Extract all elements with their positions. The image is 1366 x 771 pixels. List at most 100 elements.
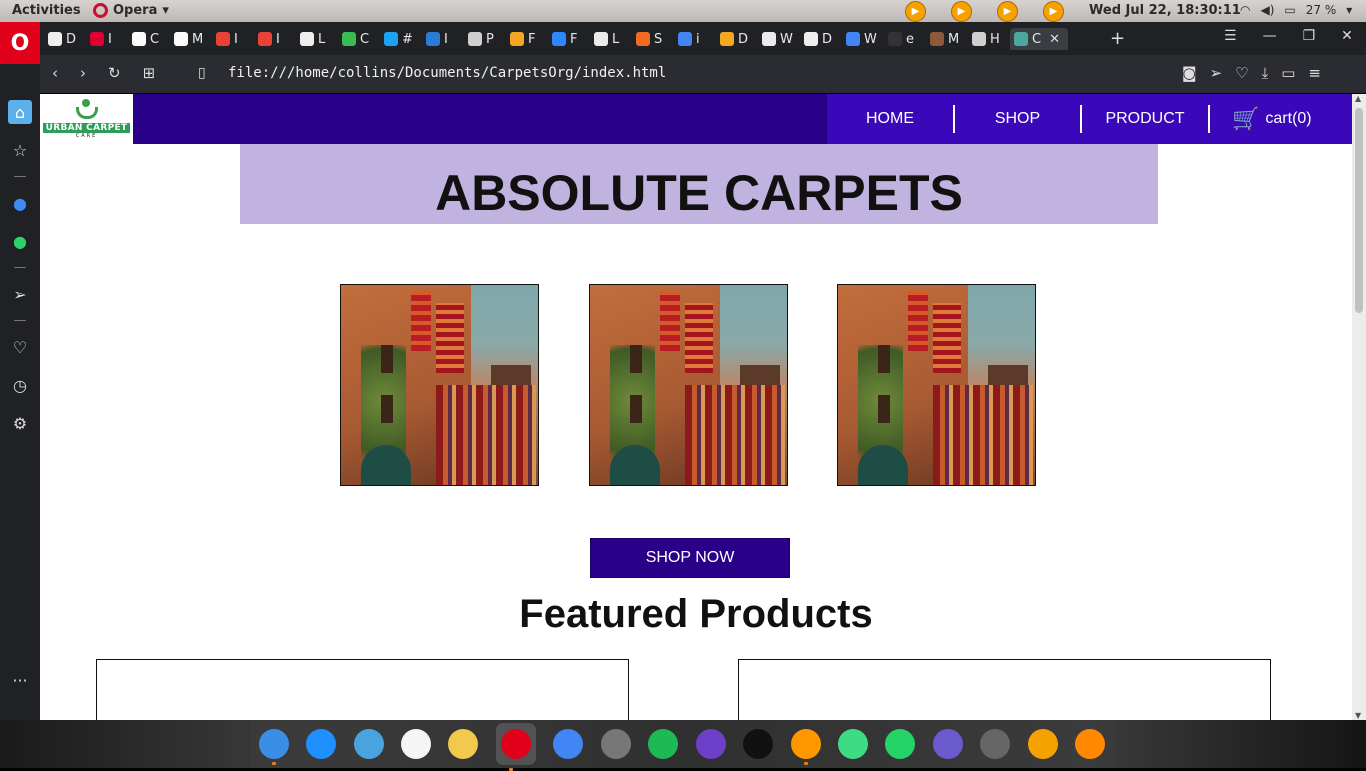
star-icon[interactable]: ☆	[8, 138, 32, 162]
page-scrollbar[interactable]: ▲ ▼	[1352, 94, 1366, 720]
browser-tab[interactable]: H	[968, 28, 1010, 50]
opera-icon[interactable]	[495, 723, 536, 771]
browser-tab[interactable]: I	[212, 28, 254, 50]
play-icon[interactable]: ▶	[905, 1, 926, 22]
tab-label: I	[444, 31, 448, 47]
browser-tab[interactable]: e	[884, 28, 926, 50]
close-tab-icon[interactable]: ✕	[1049, 32, 1060, 47]
gear-icon[interactable]: ⚙	[8, 411, 32, 435]
product-card[interactable]	[738, 659, 1271, 720]
play-icon[interactable]: ▶	[1043, 1, 1064, 22]
home-icon[interactable]: ⌂	[8, 100, 32, 124]
play-icon[interactable]: ▶	[951, 1, 972, 22]
browser-tab[interactable]: #	[380, 28, 422, 50]
send-icon[interactable]: ➢	[1210, 64, 1223, 82]
close-window-button[interactable]: ✕	[1341, 28, 1353, 44]
forward-button[interactable]: ›	[80, 64, 86, 82]
truck-icon[interactable]	[980, 729, 1011, 759]
browser-tab-active[interactable]: C ✕	[1010, 28, 1068, 50]
volume-icon[interactable]: ◀)	[1260, 3, 1274, 17]
send-icon[interactable]: ➢	[8, 282, 32, 306]
carpet-image[interactable]	[340, 284, 539, 486]
camera-icon[interactable]: ◙	[1182, 64, 1197, 82]
browser-tab[interactable]: S	[632, 28, 674, 50]
carpet-image[interactable]	[837, 284, 1036, 486]
finder-icon[interactable]	[258, 729, 289, 765]
carpet-image[interactable]	[589, 284, 788, 486]
reload-button[interactable]: ↻	[108, 64, 121, 82]
url-input[interactable]: file:///home/collins/Documents/CarpetsOr…	[228, 65, 666, 81]
browser-tab[interactable]: P	[464, 28, 506, 50]
opera-menu-button[interactable]: O	[0, 22, 40, 64]
more-icon[interactable]: ···	[8, 668, 32, 692]
whatsapp-icon[interactable]: ●	[8, 229, 32, 253]
easy-setup-icon[interactable]: ≡	[1308, 64, 1321, 82]
browser-tab[interactable]: D	[44, 28, 86, 50]
app-menu[interactable]: Opera ▾	[93, 3, 169, 18]
browser-tab[interactable]: W	[758, 28, 800, 50]
scroll-down-icon[interactable]: ▼	[1355, 711, 1361, 720]
browser-tab[interactable]: D	[800, 28, 842, 50]
minimize-button[interactable]: —	[1263, 28, 1277, 44]
tab-list-icon[interactable]: ☰	[1224, 28, 1237, 44]
browser-tab[interactable]: L	[590, 28, 632, 50]
play-icon[interactable]: ▶	[997, 1, 1018, 22]
browser-tab[interactable]: C	[128, 28, 170, 50]
wifi-icon[interactable]: ◠	[1240, 3, 1250, 17]
music-icon[interactable]	[401, 729, 432, 759]
messenger-icon[interactable]: ●	[8, 191, 32, 215]
browser-tab[interactable]: i	[674, 28, 716, 50]
whatsapp-icon[interactable]	[885, 729, 916, 759]
new-tab-button[interactable]: +	[1110, 28, 1125, 49]
history-icon[interactable]: ◷	[8, 373, 32, 397]
cart-link[interactable]: 🛒 cart(0)	[1232, 106, 1312, 132]
safari-icon[interactable]	[353, 729, 384, 759]
chrome-icon[interactable]	[553, 729, 584, 759]
scrollbar-thumb[interactable]	[1355, 108, 1363, 313]
heart-icon[interactable]: ♡	[1235, 64, 1248, 82]
shop-now-button[interactable]: SHOP NOW	[590, 538, 790, 578]
carpet-favicon	[1014, 32, 1028, 46]
maximize-button[interactable]: ❐	[1303, 28, 1316, 44]
site-logo[interactable]: URBAN CARPET CARE	[40, 94, 133, 144]
product-card[interactable]	[96, 659, 629, 720]
sublime-icon[interactable]	[790, 729, 821, 765]
chevron-down-icon[interactable]: ▾	[1346, 3, 1352, 17]
cube-icon[interactable]	[932, 729, 963, 759]
nav-shop-link[interactable]: SHOP	[955, 105, 1082, 133]
browser-tab[interactable]: I	[86, 28, 128, 50]
github-desktop-icon[interactable]	[695, 729, 726, 759]
android-studio-icon[interactable]	[837, 729, 868, 759]
browser-tab[interactable]: D	[716, 28, 758, 50]
browser-tab[interactable]: W	[842, 28, 884, 50]
heart-icon[interactable]: ♡	[8, 335, 32, 359]
system-clock[interactable]: Wed Jul 22, 18:30:11	[1089, 3, 1241, 18]
app-store-icon[interactable]	[306, 729, 337, 759]
terminal-icon[interactable]	[743, 729, 774, 759]
browser-tab[interactable]: L	[296, 28, 338, 50]
battery-icon[interactable]: ▭	[1284, 3, 1295, 17]
activities-button[interactable]: Activities	[12, 3, 81, 18]
tab-label: i	[696, 31, 700, 47]
browser-tab[interactable]: M	[926, 28, 968, 50]
spotify-icon[interactable]	[648, 729, 679, 759]
browser-tab[interactable]: C	[338, 28, 380, 50]
vlc-icon[interactable]	[1075, 729, 1106, 759]
browser-tab[interactable]: I	[254, 28, 296, 50]
back-button[interactable]: ‹	[52, 64, 58, 82]
speed-dial-icon[interactable]: ⊞	[143, 64, 156, 82]
nav-home-link[interactable]: HOME	[827, 105, 955, 133]
scroll-up-icon[interactable]: ▲	[1355, 94, 1361, 103]
settings-icon[interactable]	[600, 729, 631, 759]
browser-tab[interactable]: F	[506, 28, 548, 50]
browser-tab[interactable]: F	[548, 28, 590, 50]
browser-tab[interactable]: I	[422, 28, 464, 50]
battery-saver-icon[interactable]: ▭	[1281, 64, 1295, 82]
nav-product-link[interactable]: PRODUCT	[1082, 105, 1210, 133]
document-icon	[594, 32, 608, 46]
brand-sub: CARE	[75, 133, 98, 139]
photos-icon[interactable]	[448, 729, 479, 759]
browser-tab[interactable]: M	[170, 28, 212, 50]
download-icon[interactable]: ⤓	[1262, 64, 1269, 82]
plex-icon[interactable]	[1027, 729, 1058, 759]
